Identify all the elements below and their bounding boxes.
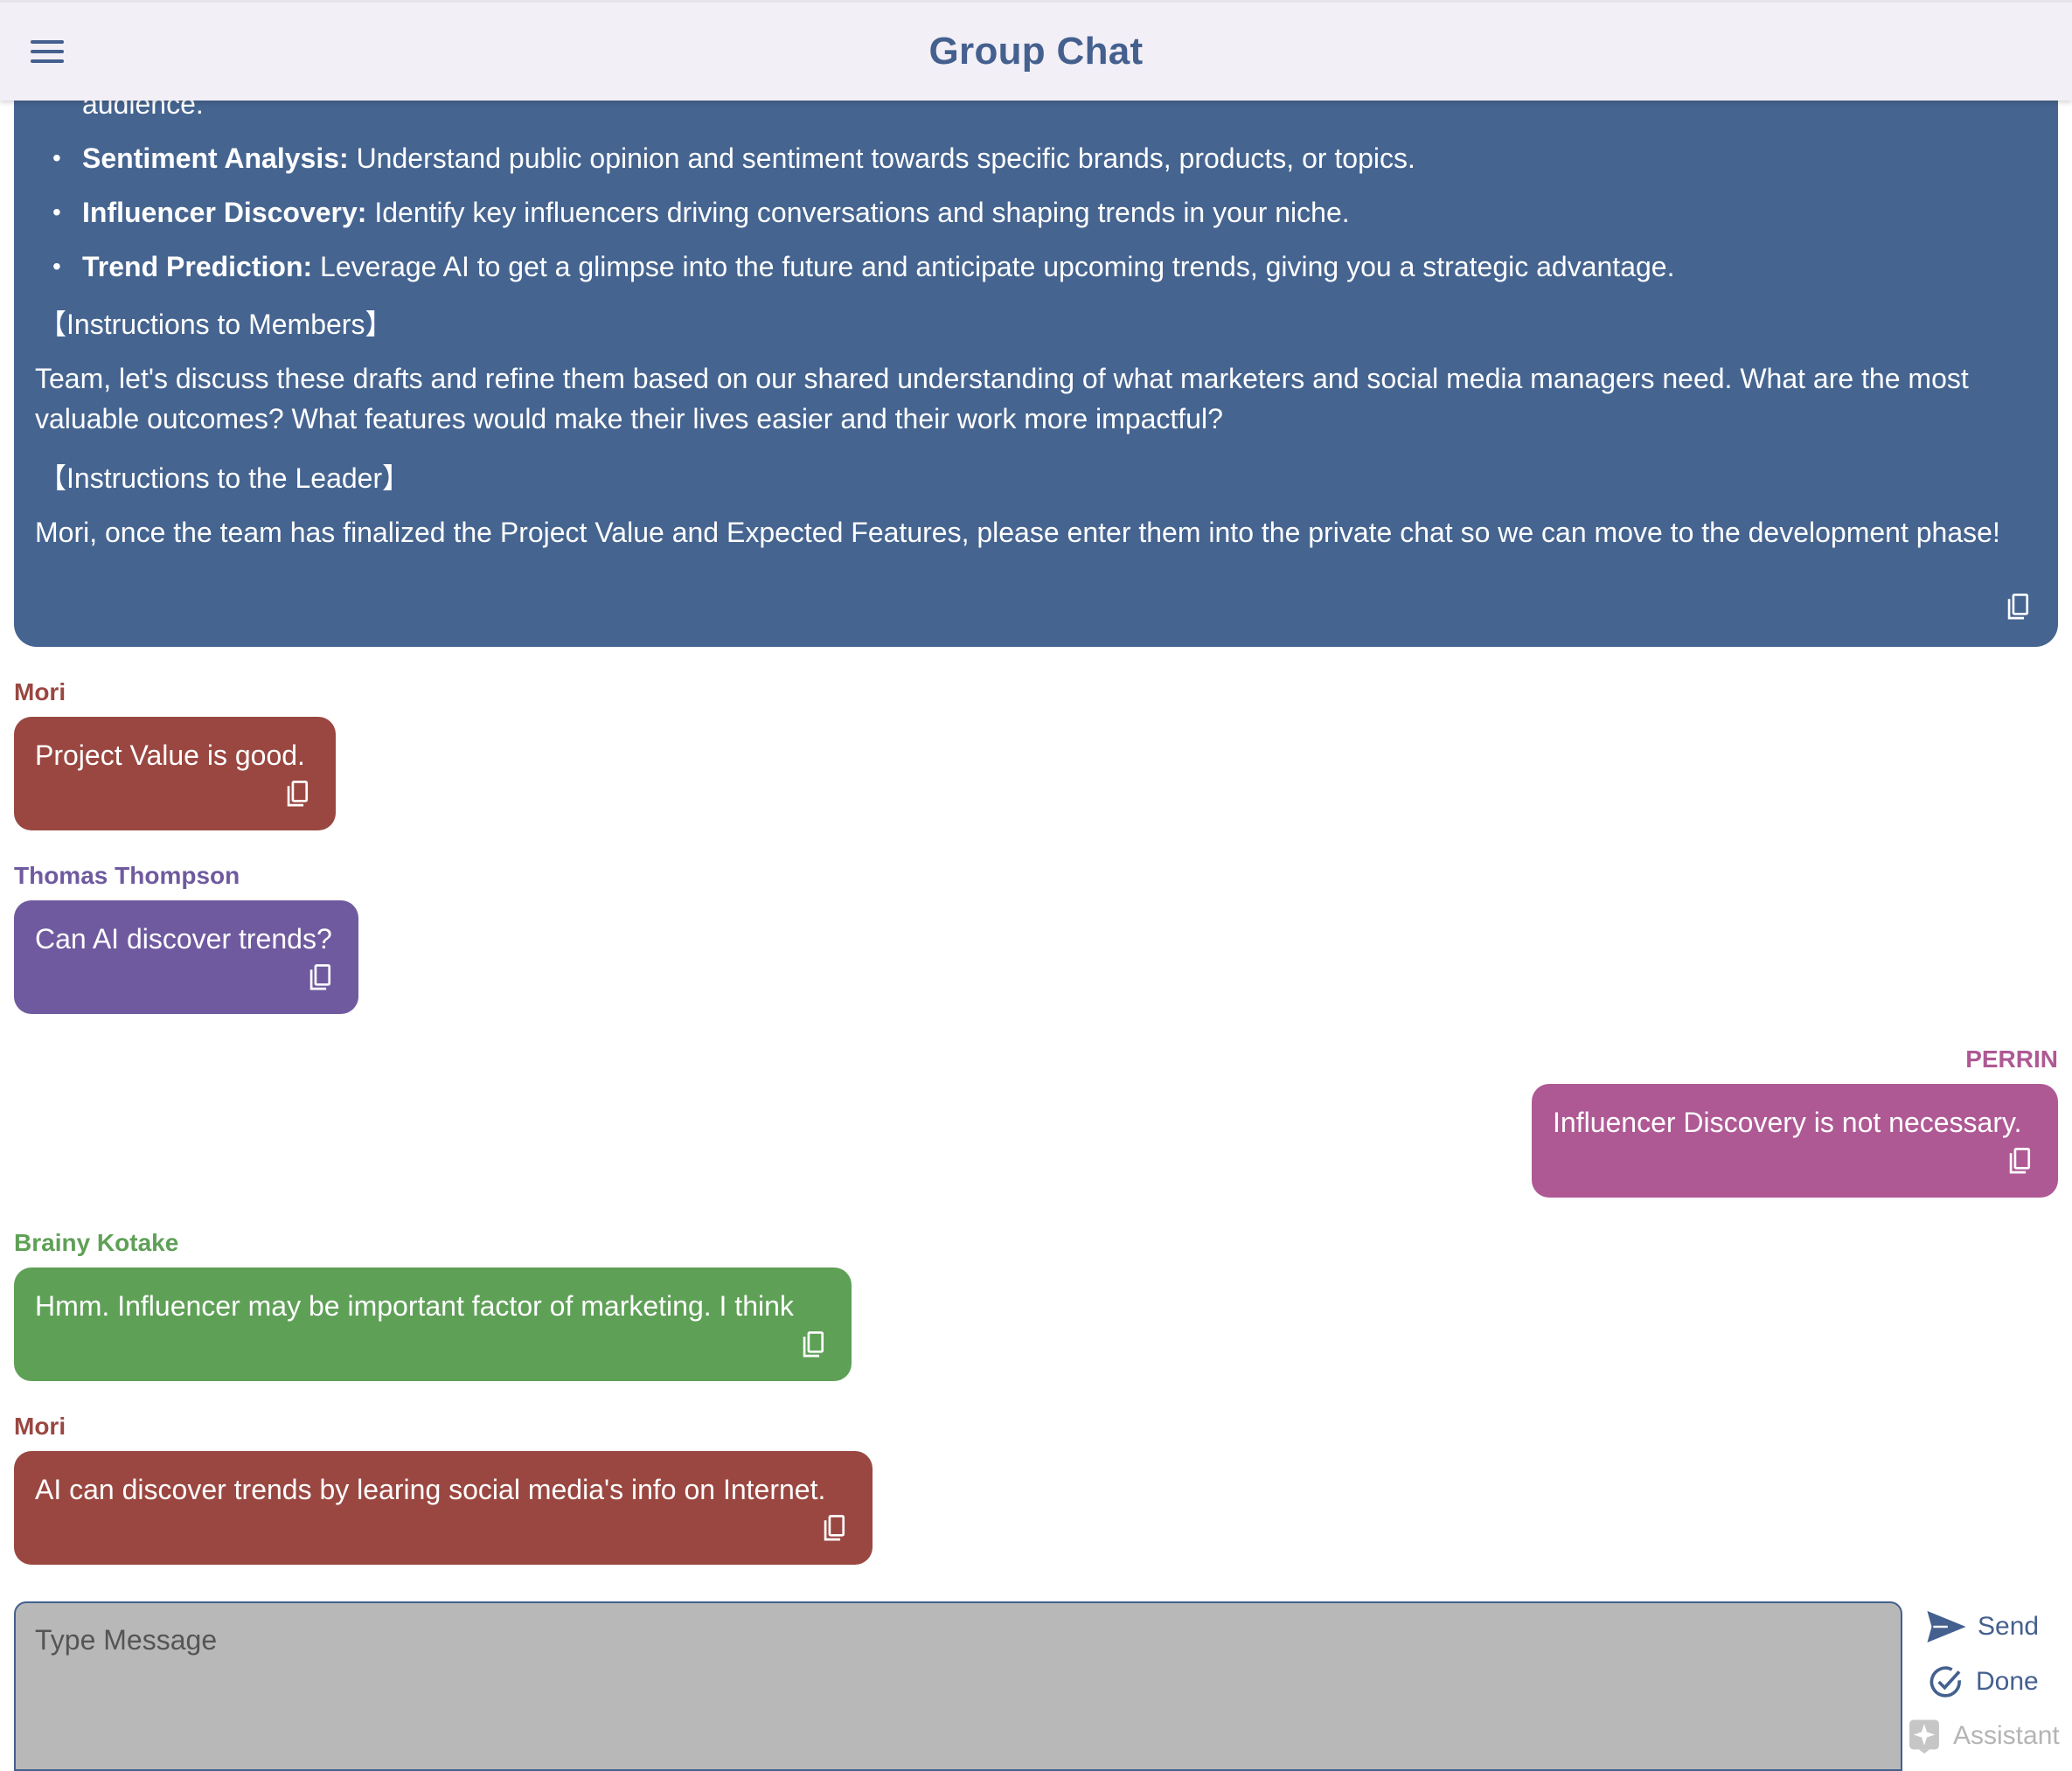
send-button[interactable]: Send [1927,1610,2039,1643]
feature-desc: Understand public opinion and sentiment … [348,142,1415,174]
copy-icon[interactable] [308,963,334,993]
message-text: AI can discover trends by learing social… [35,1474,826,1505]
send-icon [1927,1610,1965,1643]
leader-instructions-text: Mori, once the team has finalized the Pr… [35,517,2000,548]
copy-icon[interactable] [2006,593,2032,622]
message-bubble: AI can discover trends by learing social… [14,1451,873,1565]
send-label: Send [1978,1612,2040,1641]
leader-instructions-heading: 【Instructions to the Leader】 [38,462,411,494]
copy-icon[interactable] [801,1330,827,1360]
members-instructions-text: Team, let's discuss these drafts and ref… [35,363,1969,434]
message-text: Influencer Discovery is not necessary. [1553,1107,2022,1138]
app-header: Group Chat [0,0,2072,101]
done-label: Done [1976,1667,2039,1696]
message-composer [14,1601,1902,1771]
sender-name: Mori [14,678,66,705]
sparkle-icon [1909,1719,1939,1754]
feature-list: Sentiment Analysis: Understand public op… [35,138,2037,301]
message-bubble: Can AI discover trends? [14,900,358,1014]
feature-desc: Identify key influencers driving convers… [366,197,1350,228]
feature-title: Sentiment Analysis: [82,142,349,174]
feature-item: Trend Prediction: Leverage AI to get a g… [35,247,2037,287]
sender-name: Brainy Kotake [14,1229,179,1256]
menu-icon-bar [31,50,64,53]
feature-item: Sentiment Analysis: Understand public op… [35,138,2037,178]
copy-icon[interactable] [822,1514,848,1544]
sender-name: PERRIN [1965,1045,2058,1073]
feature-desc: Leverage AI to get a glimpse into the fu… [312,251,1675,282]
message-bubble: Influencer Discovery is not necessary. [1532,1084,2058,1198]
message-text: Can AI discover trends? [35,923,332,955]
done-button[interactable]: Done [1929,1664,2039,1699]
feature-title: Influencer Discovery: [82,197,367,228]
assistant-label: Assistant [1953,1721,2060,1750]
sender-name: Thomas Thompson [14,862,240,889]
sender-name: Mori [14,1413,66,1440]
message-text: Hmm. Influencer may be important factor … [35,1290,794,1322]
menu-icon[interactable] [28,38,66,66]
group-chat-app: Group Chat audience. Sentiment Analysis:… [0,0,2072,1771]
copy-icon[interactable] [285,780,311,809]
menu-icon-bar [31,40,64,44]
assistant-button[interactable]: Assistant [1908,1719,2060,1754]
leader-message: audience. Sentiment Analysis: Understand… [14,35,2058,647]
feature-item: Influencer Discovery: Identify key influ… [35,192,2037,233]
message-text: Project Value is good. [35,740,305,771]
message-input[interactable] [35,1624,1881,1748]
message-bubble: Hmm. Influencer may be important factor … [14,1267,852,1381]
copy-icon[interactable] [2007,1147,2034,1177]
menu-icon-bar [31,59,64,63]
check-circle-icon [1929,1666,1961,1698]
page-title: Group Chat [928,30,1144,73]
feature-title: Trend Prediction: [82,251,313,282]
message-bubble: Project Value is good. [14,717,336,830]
members-instructions-heading: 【Instructions to Members】 [38,309,393,340]
